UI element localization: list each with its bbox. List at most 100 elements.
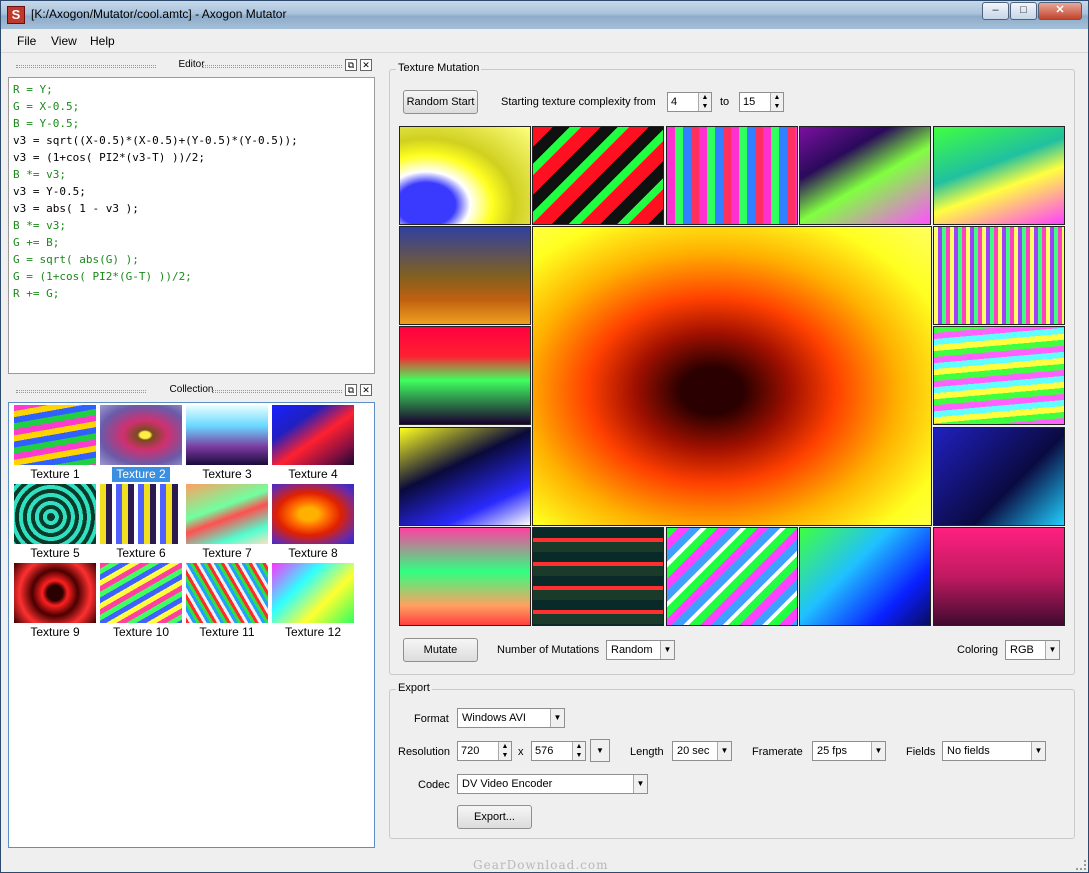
collection-close-icon[interactable]: ✕	[360, 384, 372, 396]
texture-thumbnail[interactable]	[100, 563, 182, 623]
mutation-tile[interactable]	[666, 527, 798, 626]
texture-thumbnail[interactable]	[100, 405, 182, 465]
fields-combo[interactable]: No fields ▼	[942, 741, 1046, 761]
mutation-tile[interactable]	[399, 427, 531, 526]
codec-label: Codec	[418, 779, 450, 791]
framerate-combo[interactable]: 25 fps ▼	[812, 741, 886, 761]
texture-thumbnail[interactable]	[186, 405, 268, 465]
texture-label[interactable]: Texture 10	[99, 625, 183, 640]
mutation-tile[interactable]	[532, 126, 664, 225]
mutation-tile[interactable]	[799, 527, 931, 626]
mutation-tile[interactable]	[933, 427, 1065, 526]
editor-close-icon[interactable]: ✕	[360, 59, 372, 71]
mutation-tile[interactable]	[799, 126, 931, 225]
texture-label[interactable]: Texture 3	[185, 467, 269, 482]
res-height-value: 576	[535, 745, 554, 757]
code-line: R = Y;	[13, 83, 53, 96]
complexity-to-spinbox[interactable]: 15 ▲ ▼	[739, 92, 784, 112]
mutation-tile[interactable]	[933, 226, 1065, 325]
res-height-spinbox[interactable]: 576 ▲ ▼	[531, 741, 586, 761]
mutation-tile[interactable]	[666, 126, 798, 225]
editor-dock-title[interactable]: Editor ⧉ ✕	[8, 58, 375, 74]
editor-float-icon[interactable]: ⧉	[345, 59, 357, 71]
dropdown-arrow-icon[interactable]: ▼	[717, 742, 731, 760]
texture-label[interactable]: Texture 9	[13, 625, 97, 640]
coloring-value: RGB	[1010, 644, 1034, 656]
code-line: v3 = (1+cos( PI2*(v3-T) ))/2;	[13, 151, 206, 164]
minimize-button[interactable]: –	[982, 2, 1009, 20]
num-mutations-value: Random	[611, 644, 653, 656]
code-line: B *= v3;	[13, 168, 66, 181]
mutation-tile[interactable]	[399, 226, 531, 325]
texture-thumbnail[interactable]	[14, 484, 96, 544]
app-window: S [K:/Axogon/Mutator/cool.amtc] - Axogon…	[0, 0, 1089, 873]
mutate-button[interactable]: Mutate	[403, 638, 478, 662]
dropdown-arrow-icon[interactable]: ▼	[660, 641, 674, 659]
texture-thumbnail[interactable]	[14, 405, 96, 465]
resolution-preset-dropdown[interactable]: ▼	[590, 739, 610, 762]
texture-label[interactable]: Texture 7	[185, 546, 269, 561]
mutation-tile[interactable]	[399, 126, 531, 225]
code-line: G = (1+cos( PI2*(G-T) ))/2;	[13, 270, 192, 283]
spin-arrows-icon[interactable]: ▲ ▼	[770, 93, 783, 111]
texture-label[interactable]: Texture 11	[185, 625, 269, 640]
code-editor[interactable]: R = Y; G = X-0.5; B = Y-0.5; v3 = sqrt((X-0…	[8, 77, 375, 374]
num-mutations-combo[interactable]: Random ▼	[606, 640, 675, 660]
complexity-from-spinbox[interactable]: 4 ▲ ▼	[667, 92, 712, 112]
codec-value: DV Video Encoder	[462, 778, 553, 790]
maximize-button[interactable]: □	[1010, 2, 1037, 20]
dropdown-arrow-icon[interactable]: ▼	[871, 742, 885, 760]
texture-label[interactable]: Texture 5	[13, 546, 97, 561]
texture-thumbnail[interactable]	[272, 563, 354, 623]
code-line: G = X-0.5;	[13, 100, 80, 113]
format-combo[interactable]: Windows AVI ▼	[457, 708, 565, 728]
dropdown-arrow-icon[interactable]: ▼	[550, 709, 564, 727]
mutation-tile[interactable]	[399, 527, 531, 626]
collection-title: Collection	[169, 384, 214, 395]
res-width-spinbox[interactable]: 720 ▲ ▼	[457, 741, 512, 761]
mutation-tile[interactable]	[933, 126, 1065, 225]
texture-thumbnail[interactable]	[272, 484, 354, 544]
spin-arrows-icon[interactable]: ▲ ▼	[498, 742, 511, 760]
spin-arrows-icon[interactable]: ▲ ▼	[698, 93, 711, 111]
texture-thumbnail[interactable]	[14, 563, 96, 623]
codec-combo[interactable]: DV Video Encoder ▼	[457, 774, 648, 794]
collection-dock-title[interactable]: Collection ⧉ ✕	[8, 383, 375, 399]
coloring-combo[interactable]: RGB ▼	[1005, 640, 1060, 660]
mutation-tile[interactable]	[933, 326, 1065, 425]
complexity-to-value: 15	[743, 96, 756, 108]
menu-help[interactable]: Help	[90, 34, 115, 48]
mutation-tile[interactable]	[399, 326, 531, 425]
window-title: [K:/Axogon/Mutator/cool.amtc] - Axogon M…	[31, 7, 287, 21]
mutation-tile[interactable]	[532, 527, 664, 626]
title-bar[interactable]: S [K:/Axogon/Mutator/cool.amtc] - Axogon…	[1, 1, 1088, 29]
collection-list[interactable]: Texture 1 Texture 2 Texture 3 Texture 4 Text…	[8, 402, 375, 848]
texture-label[interactable]: Texture 6	[99, 546, 183, 561]
texture-label[interactable]: Texture 12	[271, 625, 355, 640]
export-title: Export	[396, 682, 432, 694]
dropdown-arrow-icon[interactable]: ▼	[1045, 641, 1059, 659]
menu-view[interactable]: View	[51, 34, 77, 48]
texture-label[interactable]: Texture 2	[112, 467, 170, 482]
texture-thumbnail[interactable]	[272, 405, 354, 465]
dropdown-arrow-icon[interactable]: ▼	[591, 740, 609, 761]
selected-texture-preview[interactable]	[532, 226, 932, 526]
fields-value: No fields	[947, 745, 990, 757]
texture-label[interactable]: Texture 4	[271, 467, 355, 482]
menu-file[interactable]: File	[17, 34, 36, 48]
export-button[interactable]: Export...	[457, 805, 532, 829]
random-start-button[interactable]: Random Start	[403, 90, 478, 114]
close-window-button[interactable]: ✕	[1038, 2, 1082, 20]
dropdown-arrow-icon[interactable]: ▼	[633, 775, 647, 793]
collection-float-icon[interactable]: ⧉	[345, 384, 357, 396]
texture-thumbnail[interactable]	[186, 563, 268, 623]
texture-label[interactable]: Texture 1	[13, 467, 97, 482]
dropdown-arrow-icon[interactable]: ▼	[1031, 742, 1045, 760]
length-combo[interactable]: 20 sec ▼	[672, 741, 732, 761]
spin-arrows-icon[interactable]: ▲ ▼	[572, 742, 585, 760]
texture-label[interactable]: Texture 8	[271, 546, 355, 561]
texture-thumbnail[interactable]	[100, 484, 182, 544]
resize-grip-icon[interactable]	[1076, 860, 1086, 870]
mutation-tile[interactable]	[933, 527, 1065, 626]
texture-thumbnail[interactable]	[186, 484, 268, 544]
